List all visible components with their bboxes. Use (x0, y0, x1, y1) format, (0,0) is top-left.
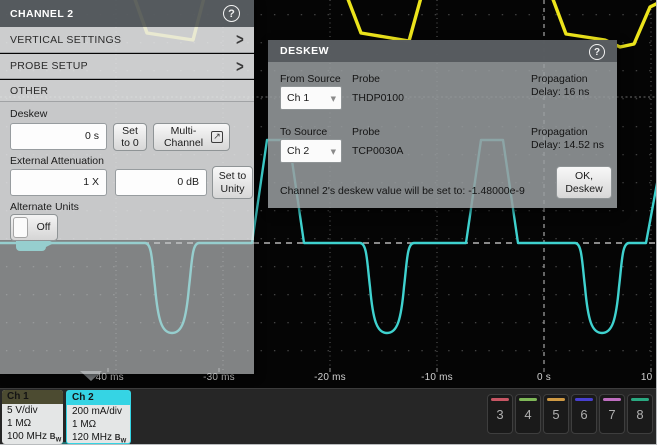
probe-label: Probe (352, 73, 380, 86)
deskew-result-message: Channel 2's deskew value will be set to:… (280, 185, 525, 198)
external-attenuation-label: External Attenuation (10, 155, 104, 167)
set-to-zero-button[interactable]: Set to 0 (113, 123, 147, 151)
channel-5-label: 5 (552, 407, 559, 422)
multi-channel-button[interactable]: Multi- Channel ↗ (153, 123, 230, 151)
chevron-right-icon: > (236, 57, 244, 76)
chevron-down-icon: ▼ (331, 141, 336, 163)
channel-3-label: 3 (496, 407, 503, 422)
section-other[interactable]: OTHER (0, 80, 254, 102)
channel-4-label: 4 (524, 407, 531, 422)
to-source-dropdown[interactable]: Ch 2 ▼ (280, 139, 342, 163)
from-propagation-delay: Propagation Delay: 16 ns (531, 73, 589, 99)
section-label: VERTICAL SETTINGS (10, 34, 121, 46)
help-icon[interactable]: ? (589, 44, 605, 60)
set-to-unity-button[interactable]: Set to Unity (212, 166, 253, 199)
channel-6-label: 6 (580, 407, 587, 422)
dialog-title-bar[interactable]: DESKEW (268, 40, 617, 62)
channel-bar: Ch 1 5 V/div 1 MΩ 100 MHz BW Ch 2 200 mA… (0, 388, 657, 445)
time-tick-label: -20 ms (300, 372, 360, 383)
channel-6-button[interactable]: 6 (571, 394, 597, 434)
ch2-badge-header: Ch 2 (67, 391, 130, 405)
help-glyph: ? (228, 8, 235, 20)
channel-8-label: 8 (636, 407, 643, 422)
ch2-bandwidth: 120 MHz BW (67, 431, 130, 444)
alternate-units-toggle[interactable]: Off (10, 214, 58, 241)
from-source-value: Ch 1 (287, 92, 309, 104)
ch2-scale: 200 mA/div (67, 405, 130, 418)
channel-5-color-stripe (547, 398, 565, 401)
section-probe-setup[interactable]: PROBE SETUP > (0, 54, 254, 79)
deskew-label: Deskew (10, 108, 47, 120)
channel-3-button[interactable]: 3 (487, 394, 513, 434)
channel-7-button[interactable]: 7 (599, 394, 625, 434)
alternate-units-label: Alternate Units (10, 201, 79, 213)
channel-4-button[interactable]: 4 (515, 394, 541, 434)
ch2-bandwidth-value: 120 MHz (72, 432, 112, 443)
bandwidth-limit-icon: BW (115, 433, 126, 442)
help-icon[interactable]: ? (223, 5, 240, 22)
from-source-label: From Source (280, 73, 341, 86)
from-probe-model: THDP0100 (352, 92, 404, 105)
bandwidth-limit-icon: BW (50, 432, 61, 441)
oscilloscope-screen: -40 ms -30 ms -20 ms -10 ms 0 s 10 ms CH… (0, 0, 657, 445)
chevron-down-icon: ▼ (331, 88, 336, 110)
from-source-dropdown[interactable]: Ch 1 ▼ (280, 86, 342, 110)
channel-4-color-stripe (519, 398, 537, 401)
section-label: PROBE SETUP (10, 60, 88, 72)
to-propagation-delay: Propagation Delay: 14.52 ns (531, 126, 604, 152)
ch1-impedance: 1 MΩ (2, 417, 63, 430)
panel-title-bar[interactable]: CHANNEL 2 (0, 0, 254, 27)
ch2-impedance: 1 MΩ (67, 418, 130, 431)
ch1-badge[interactable]: Ch 1 5 V/div 1 MΩ 100 MHz BW (2, 390, 63, 444)
channel-3-color-stripe (491, 398, 509, 401)
ok-deskew-button[interactable]: OK, Deskew (556, 166, 612, 199)
toggle-knob (13, 217, 28, 238)
to-source-label: To Source (280, 126, 327, 139)
panel-translucent-area (0, 240, 254, 374)
ch2-badge[interactable]: Ch 2 200 mA/div 1 MΩ 120 MHz BW (66, 390, 131, 444)
channel2-settings-panel: CHANNEL 2 ? VERTICAL SETTINGS > PROBE SE… (0, 0, 254, 374)
help-glyph: ? (594, 47, 600, 58)
ch1-badge-header: Ch 1 (2, 390, 63, 404)
section-vertical-settings[interactable]: VERTICAL SETTINGS > (0, 27, 254, 53)
channel-8-button[interactable]: 8 (627, 394, 653, 434)
multi-channel-label: Multi- Channel (164, 125, 203, 149)
channel-7-label: 7 (608, 407, 615, 422)
ch1-bandwidth: 100 MHz BW (2, 430, 63, 444)
attenuation-ratio-field[interactable]: 1 X (10, 169, 107, 196)
to-probe-model: TCP0030A (352, 145, 403, 158)
time-tick-label: 0 s (514, 372, 574, 383)
to-source-value: Ch 2 (287, 145, 309, 157)
channel-5-button[interactable]: 5 (543, 394, 569, 434)
deskew-dialog: DESKEW ? From Source Ch 1 ▼ Probe THDP01… (268, 40, 617, 208)
dialog-title: DESKEW (280, 45, 329, 57)
probe-label: Probe (352, 126, 380, 139)
channel-6-color-stripe (575, 398, 593, 401)
toggle-state-label: Off (30, 215, 57, 240)
ch1-bandwidth-value: 100 MHz (7, 431, 47, 442)
ch1-scale: 5 V/div (2, 404, 63, 417)
channel-8-color-stripe (631, 398, 649, 401)
external-link-icon: ↗ (211, 131, 223, 143)
time-tick-label: -10 ms (407, 372, 467, 383)
section-label: OTHER (10, 85, 48, 97)
panel-title: CHANNEL 2 (10, 8, 74, 20)
attenuation-db-field[interactable]: 0 dB (115, 169, 207, 196)
channel-7-color-stripe (603, 398, 621, 401)
chevron-right-icon: > (236, 30, 244, 49)
time-tick-label: 10 ms (625, 372, 657, 383)
deskew-value-field[interactable]: 0 s (10, 123, 107, 150)
